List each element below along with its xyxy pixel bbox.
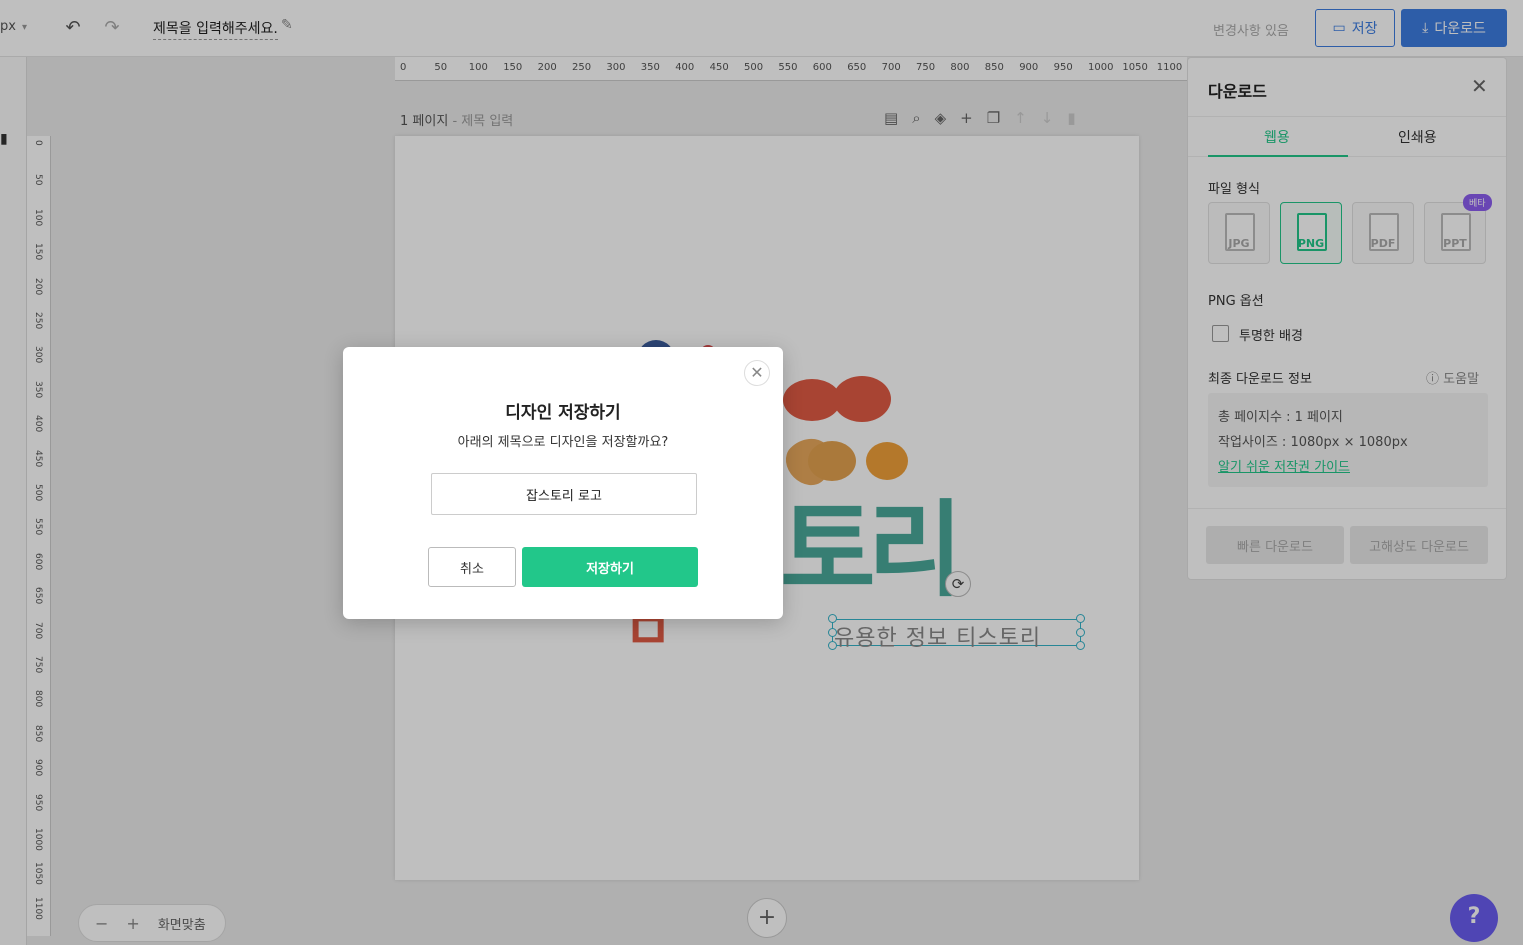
save-design-modal: ✕ 디자인 저장하기 아래의 제목으로 디자인을 저장할까요? 취소 저장하기 (343, 347, 783, 619)
design-title-input[interactable] (431, 473, 697, 515)
confirm-save-button[interactable]: 저장하기 (522, 547, 698, 587)
modal-subtitle: 아래의 제목으로 디자인을 저장할까요? (457, 435, 669, 450)
close-icon[interactable]: ✕ (744, 360, 770, 386)
modal-title: 디자인 저장하기 (505, 403, 621, 423)
cancel-button[interactable]: 취소 (428, 547, 516, 587)
